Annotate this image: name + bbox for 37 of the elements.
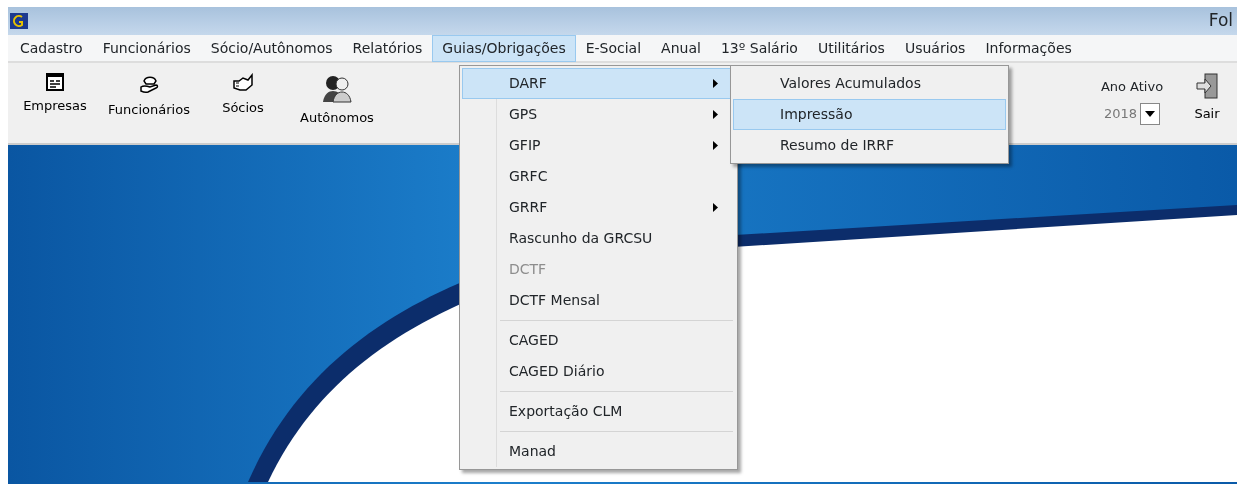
- menu-item[interactable]: Usuários: [894, 34, 976, 62]
- dropdown-button[interactable]: [1140, 102, 1161, 125]
- app-logo-icon: [10, 13, 28, 29]
- toolbar-button[interactable]: Autônomos: [290, 63, 384, 128]
- menu-option[interactable]: Valores Acumulados: [733, 68, 1006, 99]
- menu-option[interactable]: Exportação CLM: [462, 396, 735, 427]
- menu-option[interactable]: GRRF: [462, 192, 735, 223]
- toolbar-button[interactable]: Sócios: [196, 63, 290, 118]
- menu-item[interactable]: Anual: [651, 34, 711, 62]
- window-title: Fol: [1208, 9, 1234, 33]
- menu-item[interactable]: Sócio/Autônomos: [200, 34, 343, 62]
- year-value: 2018: [1103, 104, 1138, 123]
- menu-item[interactable]: Guias/Obrigações: [432, 34, 576, 62]
- menu-item[interactable]: Cadastro: [10, 34, 93, 62]
- menu-item[interactable]: Relatórios: [342, 34, 433, 62]
- menu-option[interactable]: Impressão: [733, 99, 1006, 130]
- field-label: Ano Ativo: [1100, 78, 1164, 96]
- menu-item[interactable]: Utilitários: [807, 34, 895, 62]
- menu-option[interactable]: CAGED Diário: [462, 356, 735, 387]
- menu-option[interactable]: CAGED: [462, 325, 735, 356]
- people-icon: [322, 73, 352, 103]
- toolbar-button[interactable]: Empresas: [8, 63, 102, 116]
- handshake-icon: [232, 73, 254, 93]
- menu-item[interactable]: 13º Salário: [710, 34, 808, 62]
- menu-option[interactable]: GRFC: [462, 161, 735, 192]
- form-icon: [46, 73, 64, 91]
- menu-item[interactable]: E-Social: [575, 34, 652, 62]
- menu-option[interactable]: Resumo de IRRF: [733, 130, 1006, 161]
- menu-option[interactable]: Manad: [462, 436, 735, 467]
- toolbar-button[interactable]: Funcionários: [102, 63, 196, 120]
- menu-item[interactable]: Funcionários: [92, 34, 201, 62]
- exit-button[interactable]: Sair: [1177, 63, 1237, 124]
- menu-option[interactable]: DCTF Mensal: [462, 285, 735, 316]
- menu-option[interactable]: Rascunho da GRCSU: [462, 223, 735, 254]
- door-exit-icon: [1195, 73, 1219, 99]
- menu-item[interactable]: Informações: [975, 34, 1082, 62]
- caret-icon: [1145, 110, 1156, 117]
